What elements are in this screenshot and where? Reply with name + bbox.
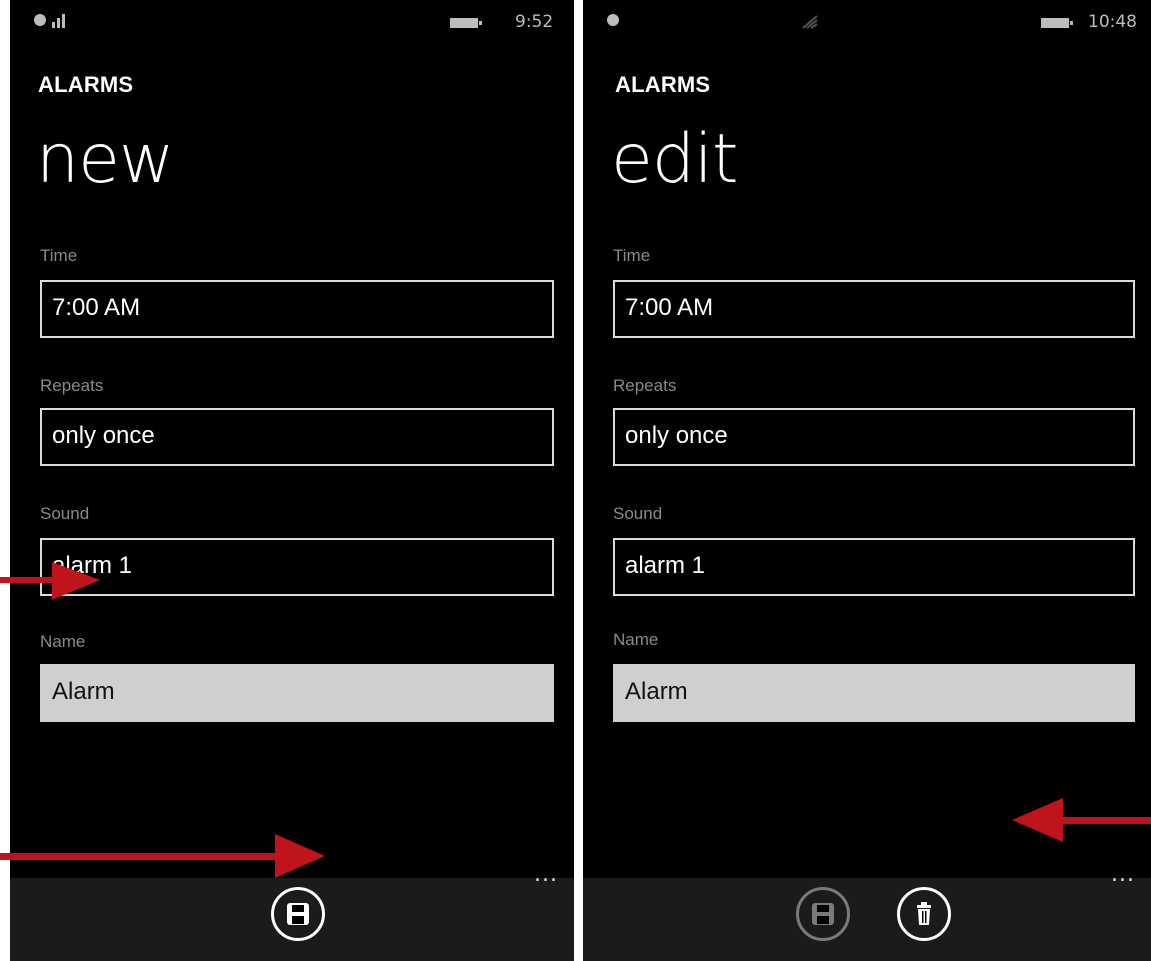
notification-icon (32, 10, 72, 35)
wifi-icon (801, 14, 819, 35)
annotation-arrow-save (0, 834, 325, 878)
page-title: edit (611, 120, 739, 199)
save-button[interactable] (796, 887, 850, 941)
name-label: Name (40, 632, 86, 651)
save-icon (812, 903, 834, 925)
repeats-label: Repeats (40, 376, 104, 395)
name-input[interactable]: Alarm (613, 664, 1135, 722)
notification-icon (605, 10, 621, 35)
sound-label: Sound (40, 504, 90, 523)
save-button[interactable] (271, 887, 325, 941)
app-title: ALARMS (615, 72, 711, 97)
phone-screen-new-alarm: 9:52 ALARMS new Time 7:00 AM Repeats onl… (10, 0, 574, 961)
more-options-button[interactable]: ... (1111, 862, 1135, 887)
delete-icon (917, 902, 931, 925)
app-bar: ... (10, 862, 574, 961)
time-picker[interactable]: 7:00 AM (40, 280, 554, 338)
repeats-picker[interactable]: only once (613, 408, 1135, 466)
status-time: 9:52 (515, 12, 554, 32)
time-picker[interactable]: 7:00 AM (613, 280, 1135, 338)
app-title: ALARMS (38, 72, 134, 97)
battery-icon (1041, 14, 1075, 34)
repeats-label: Repeats (613, 376, 677, 395)
annotation-arrow-delete (1012, 798, 1151, 842)
status-time: 10:48 (1088, 12, 1137, 32)
status-bar: 10:48 (583, 8, 1151, 38)
name-input[interactable]: Alarm (40, 664, 554, 722)
delete-button[interactable] (897, 887, 951, 941)
sound-picker[interactable]: alarm 1 (40, 538, 554, 596)
repeats-picker[interactable]: only once (40, 408, 554, 466)
page-title: new (36, 120, 175, 199)
battery-icon (450, 14, 484, 34)
annotation-arrow-sound (0, 562, 100, 600)
more-options-button[interactable]: ... (534, 862, 558, 887)
status-bar: 9:52 (10, 8, 574, 38)
save-icon (287, 903, 309, 925)
sound-label: Sound (613, 504, 663, 523)
sound-picker[interactable]: alarm 1 (613, 538, 1135, 596)
time-label: Time (40, 246, 78, 265)
time-label: Time (613, 246, 651, 265)
app-bar: ... (583, 862, 1151, 961)
name-label: Name (613, 630, 659, 649)
